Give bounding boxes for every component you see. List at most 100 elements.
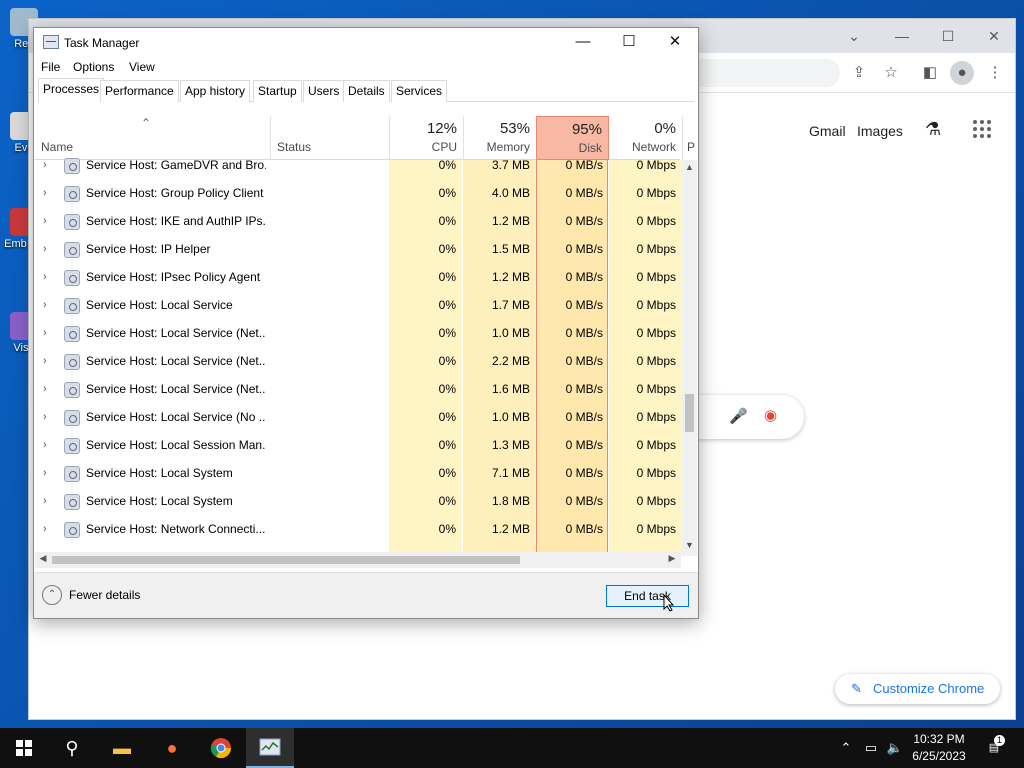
- side-panel-icon[interactable]: ◧: [918, 61, 942, 85]
- table-row[interactable]: › Service Host: Local Service (No ... 0% 1.…: [35, 405, 680, 433]
- search-box[interactable]: 🎤 ◉: [689, 395, 804, 439]
- scroll-down-arrow-icon[interactable]: ▼: [683, 540, 696, 554]
- file-explorer-icon[interactable]: ▬: [98, 728, 146, 768]
- expand-chevron-icon[interactable]: ›: [43, 439, 47, 451]
- tab-app-history[interactable]: App history: [180, 80, 251, 102]
- customize-chrome-button[interactable]: ✎ Customize Chrome: [835, 674, 1000, 704]
- expand-chevron-icon[interactable]: ›: [43, 243, 47, 255]
- google-apps-icon[interactable]: [973, 120, 993, 140]
- table-row[interactable]: › Service Host: IKE and AuthIP IPs... 0% 1.…: [35, 209, 680, 237]
- voice-search-icon[interactable]: 🎤: [729, 407, 748, 425]
- process-cpu: 0%: [438, 438, 456, 452]
- table-row[interactable]: › Service Host: Local Service (Net... 0% 1.…: [35, 377, 680, 405]
- table-row[interactable]: › Service Host: IP Helper 0% 1.5 MB 0 MB/s 0 …: [35, 237, 680, 265]
- bookmark-star-icon[interactable]: ☆: [879, 61, 903, 85]
- menu-kebab-icon[interactable]: ⋮: [983, 61, 1007, 85]
- close-button[interactable]: ✕: [652, 28, 698, 58]
- expand-chevron-icon[interactable]: ›: [43, 159, 47, 171]
- expand-chevron-icon[interactable]: ›: [43, 215, 47, 227]
- expand-chevron-icon[interactable]: ›: [43, 495, 47, 507]
- clock-time: 10:32 PM: [913, 732, 965, 746]
- table-row[interactable]: › Service Host: Local System 0% 7.1 MB 0 MB/…: [35, 461, 680, 489]
- images-link[interactable]: Images: [857, 123, 903, 139]
- scroll-up-arrow-icon[interactable]: ▲: [683, 162, 696, 176]
- expand-chevron-icon[interactable]: ›: [43, 271, 47, 283]
- minimize-button[interactable]: —: [879, 23, 925, 49]
- process-network: 0 Mbps: [636, 410, 676, 424]
- maximize-button[interactable]: ☐: [925, 23, 971, 49]
- network-icon[interactable]: ▭: [860, 728, 882, 768]
- clock[interactable]: 10:32 PM 6/25/2023: [902, 731, 976, 765]
- firefox-icon[interactable]: ●: [148, 728, 196, 768]
- service-host-icon: [64, 326, 80, 342]
- column-header-power[interactable]: P: [683, 116, 697, 160]
- process-memory: 1.0 MB: [491, 410, 530, 424]
- labs-flask-icon[interactable]: ⚗: [925, 119, 941, 140]
- menu-view[interactable]: View: [129, 60, 155, 74]
- chrome-icon[interactable]: [197, 728, 245, 768]
- table-row[interactable]: › Service Host: Network Connecti... 0% 1.2 …: [35, 517, 680, 545]
- tab-performance[interactable]: Performance: [100, 80, 179, 102]
- tab-services[interactable]: Services: [391, 80, 448, 102]
- process-disk: 0 MB/s: [565, 382, 603, 396]
- expand-chevron-icon[interactable]: ›: [43, 523, 47, 535]
- process-name: Service Host: Local Service (Net...: [86, 354, 266, 368]
- expand-chevron-icon[interactable]: ›: [43, 411, 47, 423]
- customize-chrome-label: Customize Chrome: [873, 681, 985, 696]
- scroll-left-arrow-icon[interactable]: ◀: [36, 553, 50, 567]
- search-icon[interactable]: ⚲: [48, 728, 96, 768]
- notifications-icon[interactable]: ▤ 1: [982, 728, 1006, 768]
- process-cpu: 0%: [438, 298, 456, 312]
- scroll-right-arrow-icon[interactable]: ▶: [665, 553, 679, 567]
- tab-processes[interactable]: Processes: [38, 78, 105, 103]
- show-hidden-icons-chevron-icon[interactable]: ⌃: [836, 728, 856, 768]
- tab-startup[interactable]: Startup: [253, 80, 302, 102]
- close-button[interactable]: ✕: [971, 23, 1017, 49]
- table-row[interactable]: › Service Host: GameDVR and Bro... 0% 3.7 M…: [35, 153, 680, 181]
- horizontal-scrollbar[interactable]: ◀ ▶: [35, 552, 681, 568]
- cpu-total: 12%: [426, 120, 457, 137]
- profile-icon[interactable]: ●: [950, 61, 974, 85]
- process-disk: 0 MB/s: [565, 186, 603, 200]
- menu-options[interactable]: Options: [73, 60, 114, 74]
- expand-chevron-icon[interactable]: ›: [43, 299, 47, 311]
- process-name: Service Host: Local Service: [86, 298, 233, 312]
- column-label-name: Name: [41, 140, 74, 154]
- minimize-button[interactable]: —: [560, 28, 606, 58]
- service-host-icon: [64, 270, 80, 286]
- scrollbar-thumb[interactable]: [685, 394, 694, 432]
- expand-chevron-icon[interactable]: ›: [43, 467, 47, 479]
- lens-camera-icon[interactable]: ◉: [764, 406, 777, 424]
- task-manager-taskbar-icon[interactable]: [246, 728, 294, 768]
- tab-details[interactable]: Details: [343, 80, 390, 102]
- process-disk: 0 MB/s: [565, 522, 603, 536]
- table-row[interactable]: › Service Host: Local Service (Net... 0% 2.…: [35, 349, 680, 377]
- table-row[interactable]: › Service Host: Local Service (Net... 0% 1.…: [35, 321, 680, 349]
- table-row[interactable]: › Service Host: Group Policy Client 0% 4.0 …: [35, 181, 680, 209]
- expand-chevron-icon[interactable]: ›: [43, 355, 47, 367]
- share-icon[interactable]: ⇪: [847, 61, 871, 85]
- end-task-button[interactable]: End task: [606, 585, 689, 607]
- chevron-down-icon[interactable]: ⌄: [831, 23, 877, 49]
- task-manager-footer: ⌃ Fewer details End task: [34, 572, 698, 618]
- expand-chevron-icon[interactable]: ›: [43, 327, 47, 339]
- expand-chevron-icon[interactable]: ›: [43, 187, 47, 199]
- process-network: 0 Mbps: [636, 466, 676, 480]
- expand-chevron-icon[interactable]: ›: [43, 383, 47, 395]
- process-name: Service Host: Local Service (Net...: [86, 326, 266, 340]
- process-cpu: 0%: [438, 354, 456, 368]
- scrollbar-thumb[interactable]: [52, 556, 520, 564]
- process-name: Service Host: Local System: [86, 466, 233, 480]
- maximize-button[interactable]: ☐: [606, 28, 652, 58]
- table-row[interactable]: › Service Host: IPsec Policy Agent 0% 1.2 M…: [35, 265, 680, 293]
- table-row[interactable]: › Service Host: Local System 0% 1.8 MB 0 MB/…: [35, 489, 680, 517]
- tab-users[interactable]: Users: [303, 80, 345, 102]
- table-row[interactable]: › Service Host: Local Session Man... 0% 1.3…: [35, 433, 680, 461]
- table-row[interactable]: › Service Host: Local Service 0% 1.7 MB 0 MB…: [35, 293, 680, 321]
- gmail-link[interactable]: Gmail: [809, 123, 846, 139]
- service-host-icon: [64, 242, 80, 258]
- vertical-scrollbar[interactable]: ▲ ▼: [682, 160, 697, 556]
- service-host-icon: [64, 354, 80, 370]
- start-icon[interactable]: [0, 728, 48, 768]
- menu-file[interactable]: File: [41, 60, 60, 74]
